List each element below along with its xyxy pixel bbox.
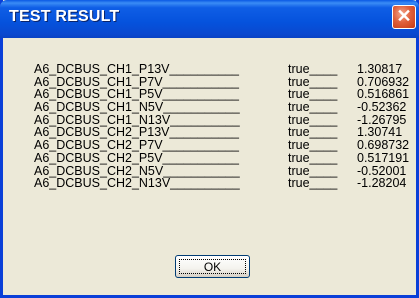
result-name: A6_DCBUS_CH1_N5V___________ xyxy=(34,100,240,115)
result-name: A6_DCBUS_CH1_P13V__________ xyxy=(34,62,240,76)
result-status: true____ xyxy=(288,176,338,191)
title-bar[interactable]: TEST RESULT ✕ xyxy=(0,0,419,38)
result-value: -1.28204 xyxy=(357,176,407,191)
result-name: A6_DCBUS_CH2_N13V__________ xyxy=(34,176,240,191)
ok-button[interactable]: OK xyxy=(175,255,250,278)
result-status: true____ xyxy=(288,100,338,115)
result-value: -0.52362 xyxy=(357,100,407,115)
result-name: A6_DCBUS_CH2_P5V___________ xyxy=(34,150,240,165)
ok-button-label: OK xyxy=(179,259,246,274)
result-name: A6_DCBUS_CH2_P7V___________ xyxy=(34,138,240,153)
result-value: 1.30817 xyxy=(357,62,403,76)
result-value: 0.517191 xyxy=(357,150,410,165)
result-value: 0.698732 xyxy=(357,138,410,153)
test-result-dialog: TEST RESULT ✕ A6_DCBUS_CH1_P13V_________… xyxy=(0,0,419,298)
result-status: true____ xyxy=(288,138,338,153)
result-status: true____ xyxy=(288,62,338,76)
result-status: true____ xyxy=(288,150,338,165)
dialog-title: TEST RESULT xyxy=(9,8,120,25)
close-icon[interactable]: ✕ xyxy=(392,5,416,29)
